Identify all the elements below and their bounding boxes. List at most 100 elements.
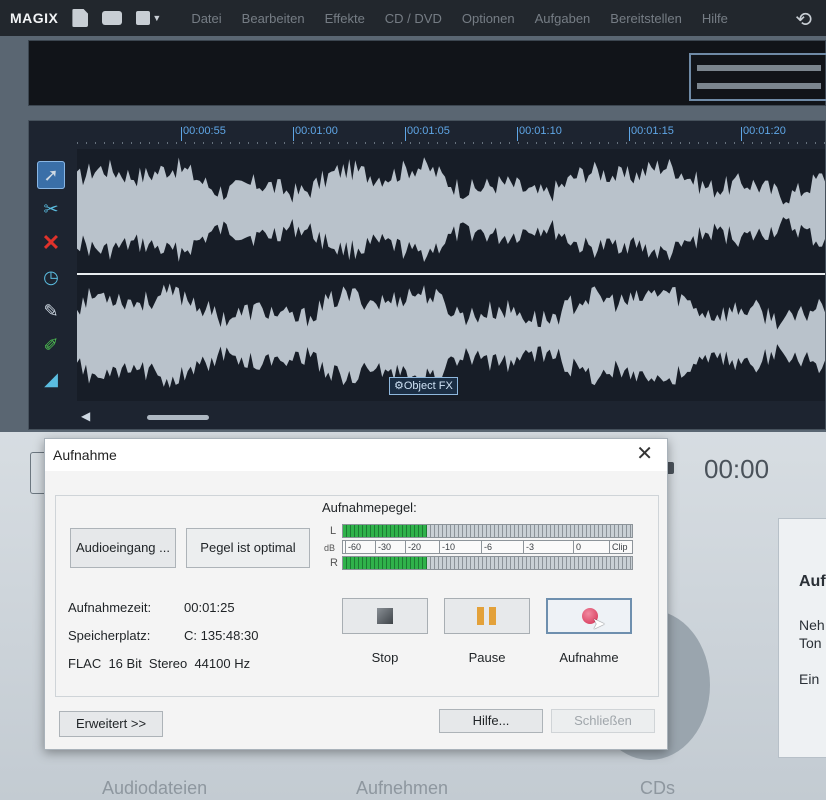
waveform-left-channel: [77, 149, 825, 273]
tab-aufnehmen[interactable]: Aufnehmen: [356, 778, 448, 799]
volume-draw-tool[interactable]: ◢: [37, 365, 65, 393]
cursor-arrow-icon: ➚: [43, 165, 59, 185]
wave-draw-tool[interactable]: ✐: [37, 331, 65, 359]
audio-input-button[interactable]: Audioeingang ...: [70, 528, 176, 568]
time-tick: 00:01:20: [741, 125, 786, 141]
undo-icon[interactable]: ⟲: [795, 7, 812, 32]
waveform-shape: [77, 283, 825, 388]
object-fx-button[interactable]: ⚙Object FX: [389, 377, 458, 395]
tab-cds[interactable]: CDs: [640, 778, 675, 799]
storage-value: C: 135:48:30: [184, 628, 259, 643]
overview-waveform-right: [697, 83, 821, 89]
app-logo: MAGIX: [10, 10, 59, 26]
advanced-button[interactable]: Erweitert >>: [59, 711, 163, 737]
wave-editor: 00:00:55 00:01:00 00:01:05 00:01:10 00:0…: [28, 120, 826, 430]
stop-label: Stop: [371, 650, 399, 665]
time-tick: 00:00:55: [181, 125, 226, 141]
level-status-button[interactable]: Pegel ist optimal: [186, 528, 310, 568]
clock-icon: ◷: [43, 267, 59, 287]
overview-waveform-left: [697, 65, 821, 71]
menu-bearbeiten[interactable]: Bearbeiten: [242, 11, 305, 26]
pen-wave-icon: ✐: [43, 335, 59, 355]
chevron-down-icon[interactable]: ▼: [152, 13, 161, 23]
stop-button[interactable]: [342, 598, 428, 634]
record-button[interactable]: ➤: [546, 598, 632, 634]
brush-icon: ✎: [43, 301, 59, 321]
ruler-dots: [77, 142, 825, 144]
side-panel-line: Neh: [799, 617, 825, 633]
recording-time-value: 00:01:25: [184, 600, 235, 615]
scrollbar-thumb[interactable]: [147, 415, 209, 420]
side-panel-title: Auf: [799, 573, 826, 590]
level-meter-left-fill: [343, 525, 427, 537]
tab-audiodateien[interactable]: Audiodateien: [102, 778, 207, 799]
delete-tool[interactable]: ✕: [37, 229, 65, 257]
dialog-title: Aufnahme: [53, 447, 117, 463]
waveform-shape: [77, 157, 825, 263]
recording-panel: Audioeingang ... Pegel ist optimal Aufna…: [55, 495, 659, 697]
menu-bar: MAGIX ▼ Datei Bearbeiten Effekte CD / DV…: [0, 0, 826, 36]
time-display: 00:00: [704, 454, 770, 484]
close-button[interactable]: Schließen: [551, 709, 655, 733]
open-folder-icon[interactable]: [102, 11, 123, 25]
pause-label: Pause: [468, 650, 506, 665]
close-icon[interactable]: ✕: [636, 443, 653, 465]
time-tick: 00:01:10: [517, 125, 562, 141]
side-panel: Auf Neh Ton Ein: [778, 518, 826, 758]
channel-left-label: L: [330, 525, 337, 537]
menu-optionen[interactable]: Optionen: [462, 11, 515, 26]
level-meter-right-fill: [343, 557, 427, 569]
time-ruler[interactable]: 00:00:55 00:01:00 00:01:05 00:01:10 00:0…: [77, 125, 825, 147]
menu-bereitstellen[interactable]: Bereitstellen: [610, 11, 682, 26]
cut-tool[interactable]: ✂: [37, 195, 65, 223]
pause-button[interactable]: [444, 598, 530, 634]
help-button[interactable]: Hilfe...: [439, 709, 543, 733]
scroll-left-icon[interactable]: ◀: [81, 409, 90, 423]
level-meter-left: [342, 524, 633, 538]
side-panel-line: Ton: [799, 635, 822, 651]
audio-format-info: FLAC 16 Bit Stereo 44100 Hz: [68, 656, 251, 671]
mouse-cursor-icon: ➤: [592, 616, 606, 633]
waveform-left-svg: [77, 157, 825, 263]
time-tick: 00:01:00: [293, 125, 338, 141]
brush-tool[interactable]: ✎: [37, 297, 65, 325]
level-meter-right: [342, 556, 633, 570]
time-tick: 00:01:05: [405, 125, 450, 141]
time-tick: 00:01:15: [629, 125, 674, 141]
db-scale: -60 -30 -20 -10 -6 -3 0 Clip: [342, 540, 633, 554]
menu-datei[interactable]: Datei: [191, 11, 221, 26]
waveform-area[interactable]: [77, 149, 825, 401]
pause-icon: [477, 607, 499, 625]
volume-pen-icon: ◢: [44, 369, 58, 389]
toolbox: ➚ ✂ ✕ ◷ ✎ ✐ ◢: [37, 161, 69, 399]
db-scale-label: -3: [523, 541, 534, 554]
db-scale-label: -20: [405, 541, 421, 554]
channel-right-label: R: [330, 557, 338, 569]
dialog-titlebar[interactable]: Aufnahme ✕: [45, 439, 667, 471]
db-scale-label: Clip: [609, 541, 628, 554]
overview-viewport[interactable]: [689, 53, 826, 101]
delete-x-icon: ✕: [41, 230, 61, 255]
menu-aufgaben[interactable]: Aufgaben: [535, 11, 591, 26]
db-scale-label: -30: [375, 541, 391, 554]
stop-icon: [377, 608, 393, 624]
menu-hilfe[interactable]: Hilfe: [702, 11, 728, 26]
display-mode-icon[interactable]: [136, 11, 151, 25]
new-document-icon[interactable]: [72, 9, 89, 27]
overview-strip[interactable]: [28, 40, 826, 106]
storage-label: Speicherplatz:: [68, 628, 151, 643]
recording-time-label: Aufnahmezeit:: [68, 600, 152, 615]
menu-cd-dvd[interactable]: CD / DVD: [385, 11, 442, 26]
object-fx-label: Object FX: [403, 380, 453, 392]
recording-dialog: Aufnahme ✕ Audioeingang ... Pegel ist op…: [44, 438, 668, 750]
side-panel-line: Ein: [799, 671, 820, 687]
scissors-icon: ✂: [43, 199, 59, 219]
time-stretch-tool[interactable]: ◷: [37, 263, 65, 291]
db-scale-label: -60: [345, 541, 361, 554]
horizontal-scrollbar[interactable]: ◀: [77, 409, 825, 423]
db-scale-label: -6: [481, 541, 492, 554]
db-label: dB: [324, 543, 336, 553]
menu-effekte[interactable]: Effekte: [325, 11, 365, 26]
level-heading: Aufnahmepegel:: [322, 500, 417, 515]
pointer-tool[interactable]: ➚: [37, 161, 65, 189]
